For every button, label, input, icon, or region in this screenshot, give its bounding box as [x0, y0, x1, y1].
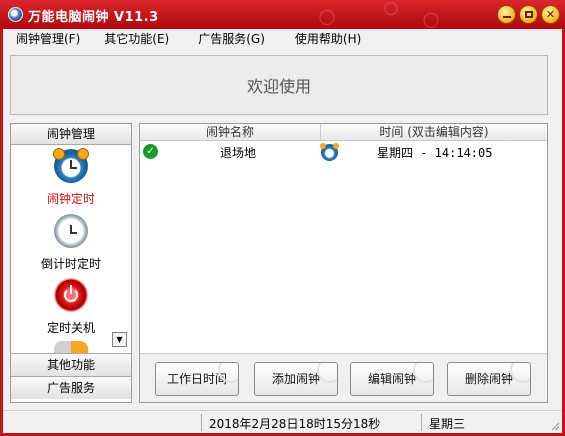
alarm-time-cell: 星期四 - 14:14:05 [377, 146, 493, 160]
sidebar: 闹钟管理 闹钟定时 倒计时定时 定时关机 ▼ 其他功能 广告服务 [10, 123, 132, 403]
sidebar-item-shutdown[interactable]: 定时关机 [11, 278, 131, 336]
welcome-text: 欢迎使用 [246, 77, 311, 96]
table-header: 闹钟名称 时间 (双击编辑内容) [140, 124, 547, 141]
workday-time-button[interactable]: 工作日时间 [155, 362, 239, 396]
delete-alarm-button[interactable]: 删除闹钟 [447, 362, 531, 396]
minimize-button[interactable] [497, 5, 516, 24]
app-icon [8, 7, 23, 22]
sidebar-header[interactable]: 闹钟管理 [11, 124, 131, 145]
maximize-icon [524, 11, 533, 18]
title-decoration [295, 0, 455, 29]
window-title: 万能电脑闹钟 V11.3 [28, 10, 159, 25]
status-separator [201, 414, 202, 431]
menu-alarm-management[interactable]: 闹钟管理(F) [10, 29, 86, 49]
column-header-name[interactable]: 闹钟名称 [140, 124, 321, 141]
menu-other-functions[interactable]: 其它功能(E) [98, 29, 175, 49]
alarm-list-panel: 闹钟名称 时间 (双击编辑内容) ✓ 退场地 星期四 - 14:14:05 工作… [139, 123, 548, 403]
alarm-clock-icon [53, 148, 89, 183]
resize-grip-icon[interactable] [549, 420, 559, 430]
clock-icon [54, 214, 88, 248]
alarm-clock-icon [320, 143, 339, 161]
sidebar-section-other[interactable]: 其他功能 [11, 353, 131, 376]
close-icon: ✕ [545, 8, 556, 21]
sidebar-item-label: 倒计时定时 [40, 257, 101, 271]
minimize-icon [502, 15, 511, 18]
close-button[interactable]: ✕ [541, 5, 560, 24]
menu-bar: 闹钟管理(F) 其它功能(E) 广告服务(G) 使用帮助(H) [3, 29, 562, 49]
enabled-check-icon[interactable]: ✓ [143, 144, 158, 159]
welcome-banner: 欢迎使用 [10, 55, 548, 115]
menu-help[interactable]: 使用帮助(H) [289, 29, 367, 49]
alarm-name-cell: 退场地 [220, 146, 257, 160]
sidebar-item-alarm-timer[interactable]: 闹钟定时 [11, 148, 131, 207]
button-bar: 工作日时间 添加闹钟 编辑闹钟 删除闹钟 [140, 353, 547, 402]
sidebar-item-countdown[interactable]: 倒计时定时 [11, 214, 131, 272]
status-bar: 2018年2月28日18时15分18秒 星期三 [3, 410, 562, 433]
menu-ad-services[interactable]: 广告服务(G) [192, 29, 271, 49]
client-area: 闹钟管理(F) 其它功能(E) 广告服务(G) 使用帮助(H) 欢迎使用 闹钟管… [3, 29, 562, 433]
column-header-time[interactable]: 时间 (双击编辑内容) [321, 124, 547, 141]
add-alarm-button[interactable]: 添加闹钟 [254, 362, 338, 396]
status-weekday: 星期三 [429, 417, 466, 431]
misc-tool-icon [54, 341, 88, 353]
sidebar-item-label: 闹钟定时 [46, 192, 95, 206]
title-bar[interactable]: 万能电脑闹钟 V11.3 ✕ [0, 0, 565, 29]
scroll-down-button[interactable]: ▼ [112, 332, 127, 347]
table-row[interactable]: ✓ 退场地 星期四 - 14:14:05 [140, 142, 547, 162]
edit-alarm-button[interactable]: 编辑闹钟 [350, 362, 434, 396]
maximize-button[interactable] [519, 5, 538, 24]
status-datetime: 2018年2月28日18时15分18秒 [209, 417, 381, 431]
sidebar-body: 闹钟定时 倒计时定时 定时关机 ▼ [11, 145, 131, 353]
status-separator [421, 414, 422, 431]
power-icon [54, 278, 88, 312]
sidebar-section-ads[interactable]: 广告服务 [11, 376, 131, 399]
